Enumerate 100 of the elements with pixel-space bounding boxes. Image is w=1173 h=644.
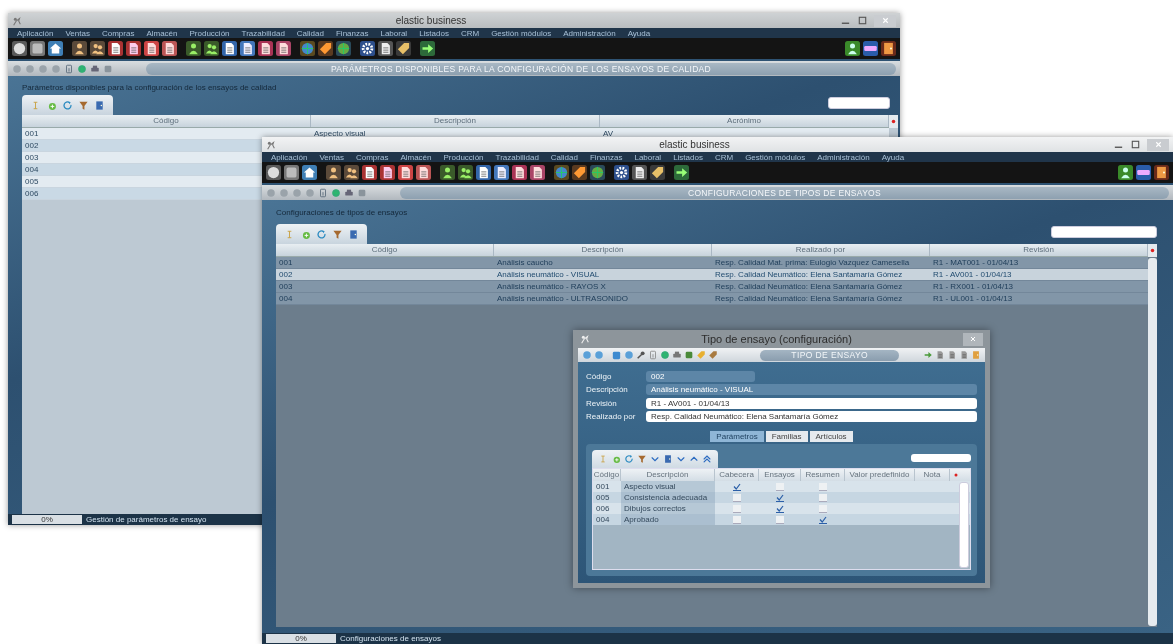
- search-field[interactable]: [911, 454, 971, 462]
- checkbox[interactable]: [776, 504, 784, 513]
- input-field[interactable]: Resp. Calidad Neumático: Elena Santamaría Gómez: [646, 411, 977, 422]
- chevron-up-icon[interactable]: [689, 454, 699, 464]
- table-row[interactable]: 004 Análisis neumático - ULTRASONIDO Resp. Calidad Neumático: Elena Santamaría Gómez R1 - UL001 - 01/04/13: [276, 293, 1148, 305]
- column-header[interactable]: Descripción: [311, 115, 600, 127]
- menu-item[interactable]: Finanzas: [589, 152, 623, 162]
- square-icon[interactable]: [357, 187, 367, 198]
- checkbox[interactable]: [776, 515, 784, 524]
- globe-icon[interactable]: [660, 350, 671, 360]
- circle-icon[interactable]: [12, 41, 27, 56]
- menu-item[interactable]: Laboral: [634, 152, 662, 162]
- wrench-icon[interactable]: [636, 350, 647, 360]
- refresh-icon[interactable]: [316, 228, 327, 240]
- menu-item[interactable]: Trazabilidad: [241, 28, 285, 38]
- globe-icon[interactable]: [554, 165, 569, 180]
- menu-item[interactable]: Calidad: [296, 28, 324, 38]
- close-button[interactable]: [963, 332, 983, 346]
- checkbox[interactable]: [733, 515, 741, 524]
- column-header[interactable]: Realizado por: [712, 244, 930, 256]
- menu-item[interactable]: Ventas: [65, 28, 90, 38]
- funnel-icon[interactable]: [637, 454, 647, 464]
- funnel-icon[interactable]: [332, 228, 343, 240]
- menu-item[interactable]: Compras: [355, 152, 389, 162]
- printer-icon[interactable]: [90, 63, 100, 74]
- tab[interactable]: Parámetros: [710, 431, 764, 442]
- menu-item[interactable]: CRM: [714, 152, 734, 162]
- refresh-icon[interactable]: [624, 454, 634, 464]
- checkbox[interactable]: [733, 493, 741, 502]
- person-icon[interactable]: [1118, 165, 1133, 180]
- refresh-icon[interactable]: [62, 99, 73, 111]
- menu-item[interactable]: Almacén: [146, 28, 178, 38]
- people-icon[interactable]: [458, 165, 473, 180]
- person-icon[interactable]: [845, 41, 860, 56]
- square-icon[interactable]: [103, 63, 113, 74]
- double-up-icon[interactable]: [702, 454, 712, 464]
- search-field[interactable]: [1051, 226, 1157, 238]
- menu-item[interactable]: Laboral: [380, 28, 408, 38]
- menu-item[interactable]: Producción: [443, 152, 484, 162]
- maximize-icon[interactable]: [1130, 139, 1141, 150]
- bar-icon[interactable]: [863, 41, 878, 56]
- person-icon[interactable]: [72, 41, 87, 56]
- printer-icon[interactable]: [672, 350, 683, 360]
- tag-icon[interactable]: [396, 41, 411, 56]
- people-icon[interactable]: [204, 41, 219, 56]
- person-icon[interactable]: [440, 165, 455, 180]
- bar-icon[interactable]: [1136, 165, 1151, 180]
- home-icon[interactable]: [302, 165, 317, 180]
- person-icon[interactable]: [186, 41, 201, 56]
- input-field[interactable]: Análisis neumático - VISUAL: [646, 384, 977, 395]
- checkbox[interactable]: [819, 482, 827, 491]
- checkbox[interactable]: [776, 493, 784, 502]
- people-icon[interactable]: [344, 165, 359, 180]
- menu-item[interactable]: Administración: [817, 152, 870, 162]
- input-field[interactable]: R1 - AV001 - 01/04/13: [646, 397, 977, 409]
- arrow-icon[interactable]: [420, 41, 435, 56]
- menu-item[interactable]: Gestión módulos: [491, 28, 552, 38]
- tag-icon[interactable]: [650, 165, 665, 180]
- table-row[interactable]: 001 Análisis caucho Resp. Calidad Mat. prima: Eulogio Vazquez Camesella R1 - MAT001 - 01/04/13: [276, 257, 1148, 269]
- menu-item[interactable]: Ayuda: [881, 152, 905, 162]
- gear-icon[interactable]: [614, 165, 629, 180]
- menu-item[interactable]: Ayuda: [627, 28, 651, 38]
- tab[interactable]: Familias: [765, 431, 808, 442]
- menu-item[interactable]: Aplicación: [17, 28, 54, 38]
- menu-item[interactable]: CRM: [460, 28, 480, 38]
- search-field[interactable]: [828, 97, 890, 109]
- menu-item[interactable]: Aplicación: [271, 152, 308, 162]
- menu-item[interactable]: Calidad: [550, 152, 578, 162]
- square-icon[interactable]: [284, 165, 299, 180]
- menu-item[interactable]: Administración: [563, 28, 616, 38]
- checkbox[interactable]: [776, 482, 784, 491]
- scrollbar[interactable]: [959, 482, 969, 568]
- menu-item[interactable]: Gestión módulos: [745, 152, 806, 162]
- person-icon[interactable]: [326, 165, 341, 180]
- checkbox[interactable]: [733, 482, 741, 491]
- globe-icon[interactable]: [336, 41, 351, 56]
- column-header[interactable]: Código: [276, 244, 494, 256]
- menu-item[interactable]: Listados: [673, 152, 703, 162]
- maximize-icon[interactable]: [857, 15, 868, 26]
- globe-icon[interactable]: [590, 165, 605, 180]
- gear-icon[interactable]: [360, 41, 375, 56]
- checkbox[interactable]: [819, 515, 827, 524]
- checkbox[interactable]: [733, 504, 741, 513]
- home-icon[interactable]: [48, 41, 63, 56]
- door-icon[interactable]: [881, 41, 896, 56]
- people-icon[interactable]: [90, 41, 105, 56]
- chevron-down-icon[interactable]: [676, 454, 686, 464]
- menu-item[interactable]: Ventas: [319, 152, 344, 162]
- door-icon[interactable]: [1154, 165, 1169, 180]
- square-icon[interactable]: [30, 41, 45, 56]
- menu-item[interactable]: Compras: [101, 28, 135, 38]
- checkbox[interactable]: [819, 493, 827, 502]
- menu-item[interactable]: Trazabilidad: [495, 152, 539, 162]
- circle-icon[interactable]: [266, 165, 281, 180]
- arrow-icon[interactable]: [674, 165, 689, 180]
- tab[interactable]: Artículos: [809, 431, 853, 442]
- table-row[interactable]: 002 Análisis neumático - VISUAL Resp. Calidad Neumático: Elena Santamaría Gómez R1 - AV001 - 01/04/13: [276, 269, 1148, 281]
- column-header[interactable]: Código: [22, 115, 311, 127]
- column-header[interactable]: Descripción: [494, 244, 712, 256]
- checkbox[interactable]: [819, 504, 827, 513]
